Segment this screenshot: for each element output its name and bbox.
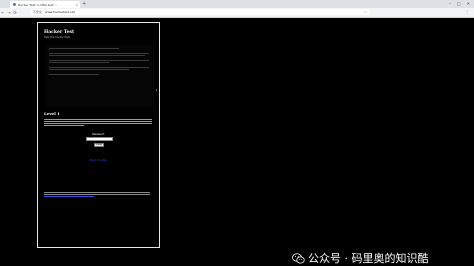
minimize-icon[interactable]: – — [449, 1, 451, 7]
hacker-test-frame: Hacker Test Take the hacker test! Level … — [37, 22, 160, 248]
address-bar[interactable]: 不安全 www.hackertest.net ☆ — [30, 9, 370, 15]
window-controls: – □ ✕ — [449, 1, 470, 7]
intro-line — [49, 48, 119, 49]
intro-line — [49, 55, 145, 56]
page-title: Hacker Test — [44, 30, 75, 35]
tab-title: Hacker Test: A little test ... — [18, 2, 58, 7]
footer-link[interactable] — [44, 196, 94, 197]
reload-icon[interactable]: ⟳ — [12, 10, 18, 15]
level-description-line — [44, 123, 152, 124]
level-heading: Level 1 — [44, 111, 60, 116]
browser-toolbar: ← → ⟳ 不安全 www.hackertest.net ☆ ⋮ — [0, 8, 474, 17]
maximize-icon[interactable]: □ — [457, 1, 461, 7]
back-link[interactable]: Back to index — [38, 159, 159, 162]
tab-close-icon[interactable]: × — [75, 3, 78, 7]
intro-text-block — [46, 45, 154, 107]
scroll-marker — [156, 89, 157, 91]
page-subtitle: Take the hacker test! — [44, 36, 71, 39]
level-description-line — [44, 119, 152, 120]
security-indicator[interactable]: 不安全 — [33, 10, 42, 14]
watermark: 公众号 · 码里奥的知识酷 — [292, 250, 429, 266]
intro-line — [49, 69, 129, 70]
intro-line — [49, 74, 99, 75]
browser-chrome: Hacker Test: A little test ... × + – □ ✕… — [0, 0, 474, 18]
url-text[interactable]: www.hackertest.net — [45, 10, 75, 14]
tab-strip: Hacker Test: A little test ... × + – □ ✕ — [0, 0, 474, 8]
footer-text-line — [44, 192, 150, 193]
password-input[interactable] — [86, 137, 113, 141]
page-viewport: Hacker Test Take the hacker test! Level … — [0, 18, 474, 265]
new-tab-button[interactable]: + — [82, 1, 86, 7]
footer-text-line — [44, 194, 150, 195]
submit-button[interactable]: Submit — [94, 143, 104, 147]
intro-line — [49, 62, 109, 63]
intro-line — [49, 53, 149, 54]
level-description-line — [44, 121, 152, 122]
favicon-icon — [13, 3, 16, 6]
toolbar-right: ⋮ — [465, 9, 469, 15]
bookmark-star-icon[interactable]: ☆ — [364, 10, 367, 14]
level-description-line — [44, 125, 84, 126]
wechat-icon — [292, 252, 305, 263]
close-window-icon[interactable]: ✕ — [467, 1, 470, 7]
intro-line — [49, 67, 149, 68]
browser-tab[interactable]: Hacker Test: A little test ... × — [10, 1, 80, 8]
password-label: Password: — [92, 133, 105, 136]
menu-icon[interactable]: ⋮ — [465, 9, 469, 15]
watermark-text: 公众号 · 码里奥的知识酷 — [308, 252, 429, 265]
intro-line — [49, 60, 149, 61]
